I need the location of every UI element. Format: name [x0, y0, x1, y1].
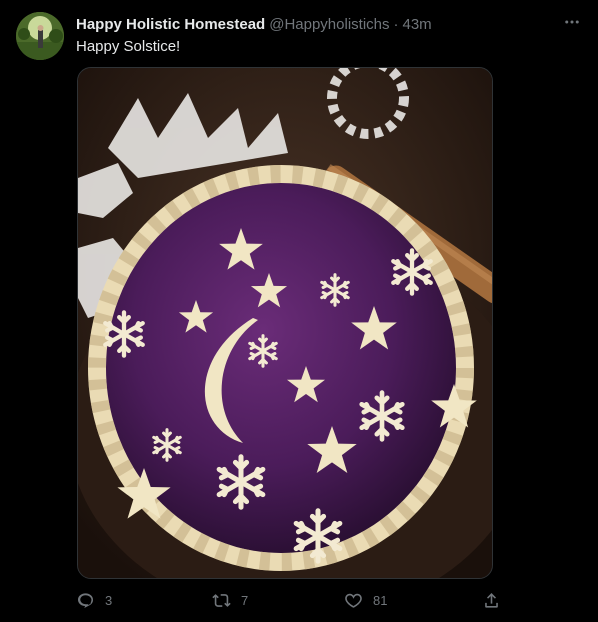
author-handle[interactable]: @Happyholistichs: [269, 16, 389, 33]
pie-photo: [78, 68, 492, 578]
like-button[interactable]: 81: [344, 588, 387, 612]
reply-count: 3: [105, 592, 113, 608]
tweet-actions: 3 7 81: [76, 588, 508, 612]
tweet[interactable]: Happy Holistic Homestead @Happyholistich…: [0, 0, 598, 622]
avatar[interactable]: [16, 12, 64, 60]
tweet-header: Happy Holistic Homestead @Happyholistich…: [76, 14, 578, 34]
like-count: 81: [373, 592, 388, 608]
timestamp[interactable]: 43m: [403, 16, 432, 33]
retweet-icon: [212, 593, 231, 607]
retweet-count: 7: [241, 592, 249, 608]
tweet-text: Happy Solstice!: [76, 38, 181, 55]
reply-button[interactable]: 3: [76, 588, 112, 612]
tweet-photo[interactable]: [77, 67, 493, 579]
more-icon: [565, 20, 579, 24]
more-options-button[interactable]: [560, 10, 584, 34]
share-icon: [485, 592, 498, 608]
author-name[interactable]: Happy Holistic Homestead: [76, 16, 265, 33]
reply-icon: [77, 592, 94, 608]
heart-icon: [345, 593, 362, 608]
retweet-button[interactable]: 7: [212, 588, 248, 612]
share-button[interactable]: [482, 588, 501, 612]
separator-dot: ·: [393, 15, 399, 33]
